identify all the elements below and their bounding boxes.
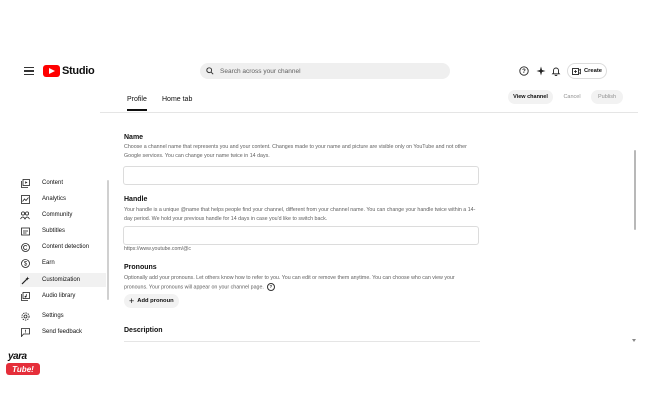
search-icon (206, 67, 214, 75)
view-channel-button[interactable]: View channel (508, 90, 553, 104)
subtitles-icon (20, 226, 30, 236)
plus-icon: + (129, 295, 135, 306)
sidebar-item-label: Content (42, 180, 64, 186)
handle-section-title: Handle (124, 196, 148, 203)
sidebar-item-analytics[interactable]: Analytics (20, 192, 106, 206)
sparkle-icon[interactable] (536, 66, 546, 76)
sidebar-item-content[interactable]: Content (20, 176, 106, 190)
sidebar-item-content-detection[interactable]: Content detection (20, 240, 106, 254)
scroll-down-arrow-icon[interactable] (632, 339, 636, 342)
sidebar-item-label: Earn (42, 260, 55, 266)
hamburger-menu-icon[interactable] (24, 67, 34, 76)
add-pronoun-button[interactable]: + Add pronoun (124, 294, 179, 308)
watermark-line1: yara (8, 351, 27, 362)
notifications-bell-icon[interactable] (551, 66, 561, 76)
dollar-icon: $ (20, 258, 30, 268)
tab-profile[interactable]: Profile (127, 96, 147, 103)
handle-description: Your handle is a unique @name that helps… (124, 207, 476, 222)
community-icon (20, 210, 30, 220)
sidebar-item-earn[interactable]: $ Earn (20, 256, 106, 270)
sidebar-item-community[interactable]: Community (20, 208, 106, 222)
sidebar-item-label: Community (42, 212, 73, 218)
header-divider (100, 112, 638, 113)
add-pronoun-label: Add pronoun (137, 298, 174, 304)
pronouns-section-title: Pronouns (124, 264, 157, 271)
tab-active-indicator (127, 109, 147, 111)
search-input[interactable]: Search across your channel (220, 68, 301, 75)
feedback-icon (20, 327, 30, 337)
audio-library-icon (20, 291, 30, 301)
sidebar-item-label: Audio library (42, 293, 76, 299)
cancel-button[interactable]: Cancel (560, 90, 584, 104)
description-section-title: Description (124, 327, 163, 334)
copyright-icon (20, 242, 30, 252)
magic-wand-icon (20, 275, 30, 285)
sidebar-item-audio-library[interactable]: Audio library (20, 289, 106, 303)
name-description: Choose a channel name that represents yo… (124, 144, 467, 159)
description-divider (124, 341, 480, 342)
tab-home[interactable]: Home tab (162, 96, 192, 103)
help-icon[interactable]: ? (519, 66, 529, 76)
sidebar-item-subtitles[interactable]: Subtitles (20, 224, 106, 238)
gear-icon (20, 311, 30, 321)
create-label: Create (583, 68, 603, 74)
watermark-line2: Tube! (6, 363, 40, 375)
content-icon (20, 178, 30, 188)
pronouns-description: Optionally add your pronouns. Let others… (124, 274, 479, 291)
studio-logo[interactable]: Studio (43, 64, 95, 78)
publish-button[interactable]: Publish (591, 90, 623, 104)
sidebar-item-label: Send feedback (42, 329, 83, 335)
logo-text: Studio (62, 65, 95, 77)
main-scrollbar[interactable] (634, 150, 636, 230)
sidebar-item-settings[interactable]: Settings (20, 309, 106, 323)
sidebar-item-label: Content detection (42, 244, 90, 250)
video-camera-plus-icon (572, 67, 581, 75)
sidebar-item-customization[interactable]: Customization (20, 273, 106, 287)
sidebar-scrollbar[interactable] (107, 180, 109, 300)
svg-text:?: ? (522, 69, 526, 75)
sidebar-item-send-feedback[interactable]: Send feedback (20, 325, 106, 339)
analytics-icon (20, 194, 30, 204)
sidebar-item-label: Customization (42, 277, 81, 283)
search-bar[interactable]: Search across your channel (200, 63, 450, 79)
create-button[interactable]: Create (567, 63, 607, 79)
handle-url: https://www.youtube.com/@c (124, 246, 191, 252)
sidebar-item-label: Settings (42, 313, 64, 319)
help-icon[interactable]: ? (266, 282, 275, 291)
youtube-play-icon (43, 65, 60, 77)
sidebar-item-label: Subtitles (42, 228, 66, 234)
name-section-title: Name (124, 134, 144, 141)
channel-name-field[interactable] (123, 166, 479, 185)
pronouns-description-text: Optionally add your pronouns. Let others… (124, 275, 455, 290)
sidebar-item-label: Analytics (42, 196, 67, 202)
handle-field[interactable] (123, 226, 479, 245)
watermark-logo: yara Tube! (6, 351, 42, 377)
